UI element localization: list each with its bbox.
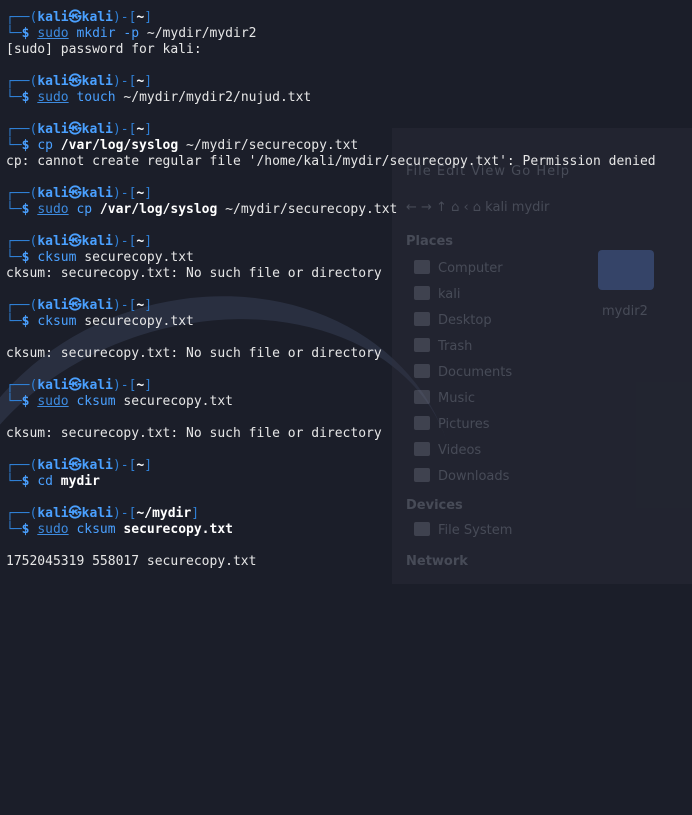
prompt-user: kali㉿kali <box>37 458 113 473</box>
command-token: ~/mydir/securecopy.txt <box>217 202 398 217</box>
command-token: /var/log/syslog <box>92 202 218 217</box>
output-line: cksum: securecopy.txt: No such file or d… <box>6 426 382 441</box>
prompt-user: kali㉿kali <box>37 122 113 137</box>
command-token: ~/mydir/mydir2 <box>139 26 257 41</box>
terminal-output[interactable]: ┌──(kali㉿kali)-[~] └─$ sudo mkdir -p ~/my… <box>0 0 692 584</box>
command-token: sudo <box>37 394 69 409</box>
command-line: └─$ cd mydir <box>6 474 100 489</box>
prompt-line: ┌──(kali㉿kali)-[~/mydir] <box>6 506 200 521</box>
output-line: cksum: securecopy.txt: No such file or d… <box>6 346 382 361</box>
command-token: touch <box>68 90 116 105</box>
prompt-directory: ~/mydir <box>136 506 192 521</box>
command-line: └─$ cp /var/log/syslog ~/mydir/securecop… <box>6 138 359 153</box>
prompt-line: ┌──(kali㉿kali)-[~] <box>6 74 153 89</box>
command-line: └─$ cksum securecopy.txt <box>6 314 194 329</box>
command-line: └─$ cksum securecopy.txt <box>6 250 194 265</box>
command-token: cksum <box>37 250 77 265</box>
output-line: cp: cannot create regular file '/home/ka… <box>6 154 656 169</box>
command-token: mydir <box>52 474 100 489</box>
prompt-line: ┌──(kali㉿kali)-[~] <box>6 234 153 249</box>
command-token: sudo <box>37 90 69 105</box>
command-token: ~/mydir/mydir2/nujud.txt <box>115 90 312 105</box>
command-token: cksum <box>68 522 116 537</box>
command-token: sudo <box>37 202 69 217</box>
command-line: └─$ sudo cp /var/log/syslog ~/mydir/secu… <box>6 202 398 217</box>
prompt-user: kali㉿kali <box>37 10 113 25</box>
command-token: /var/log/syslog <box>52 138 179 153</box>
prompt-line: ┌──(kali㉿kali)-[~] <box>6 458 153 473</box>
command-token: sudo <box>37 522 69 537</box>
prompt-user: kali㉿kali <box>37 186 113 201</box>
command-token: securecopy.txt <box>115 522 233 537</box>
prompt-user: kali㉿kali <box>37 234 113 249</box>
prompt-user: kali㉿kali <box>37 378 113 393</box>
prompt-user: kali㉿kali <box>37 74 113 89</box>
command-token: cd <box>37 474 53 489</box>
prompt-line: ┌──(kali㉿kali)-[~] <box>6 10 153 25</box>
prompt-line: ┌──(kali㉿kali)-[~] <box>6 186 153 201</box>
prompt-line: ┌──(kali㉿kali)-[~] <box>6 378 153 393</box>
command-token: sudo <box>37 26 69 41</box>
command-token: -p <box>115 26 140 41</box>
command-token: cp <box>68 202 93 217</box>
command-token: securecopy.txt <box>76 250 194 265</box>
prompt-line: ┌──(kali㉿kali)-[~] <box>6 298 153 313</box>
command-token: securecopy.txt <box>115 394 233 409</box>
output-line: [sudo] password for kali: <box>6 42 202 57</box>
prompt-user: kali㉿kali <box>37 506 113 521</box>
command-line: └─$ sudo touch ~/mydir/mydir2/nujud.txt <box>6 90 312 105</box>
command-line: └─$ sudo cksum securecopy.txt <box>6 522 233 537</box>
command-line: └─$ sudo cksum securecopy.txt <box>6 394 233 409</box>
command-token: cksum <box>37 314 77 329</box>
output-line: cksum: securecopy.txt: No such file or d… <box>6 266 382 281</box>
prompt-line: ┌──(kali㉿kali)-[~] <box>6 122 153 137</box>
command-token: cp <box>37 138 53 153</box>
command-line: └─$ sudo mkdir -p ~/mydir/mydir2 <box>6 26 257 41</box>
command-token: securecopy.txt <box>76 314 194 329</box>
output-line: 1752045319 558017 securecopy.txt <box>6 554 257 569</box>
command-token: ~/mydir/securecopy.txt <box>178 138 359 153</box>
command-token: mkdir <box>68 26 116 41</box>
command-token: cksum <box>68 394 116 409</box>
prompt-user: kali㉿kali <box>37 298 113 313</box>
